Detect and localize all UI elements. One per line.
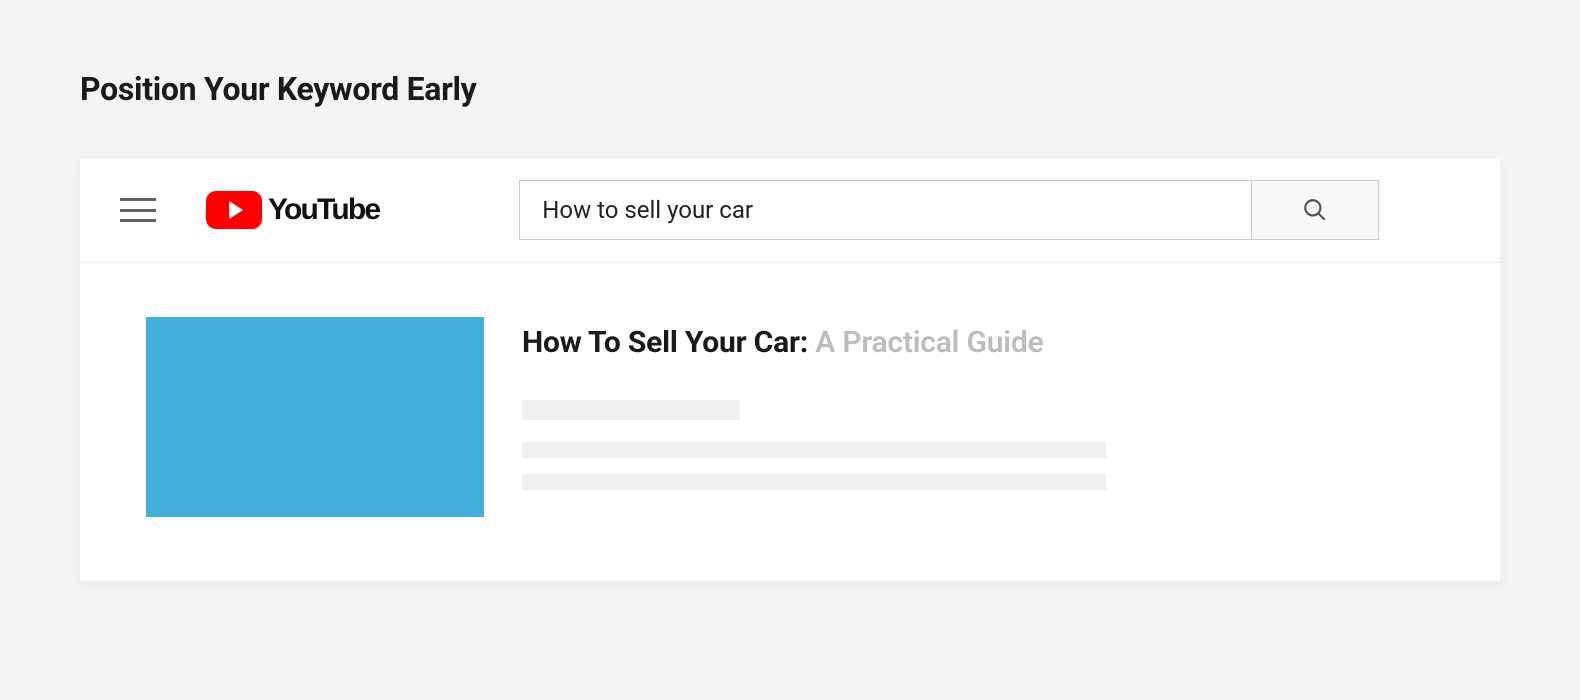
youtube-header: YouTube	[80, 158, 1500, 263]
youtube-play-icon	[206, 191, 262, 229]
video-title-rest: A Practical Guide	[815, 325, 1043, 360]
search-input[interactable]	[519, 180, 1251, 240]
youtube-logo-text: YouTube	[268, 193, 379, 227]
description-placeholder-line	[522, 442, 1106, 458]
meta-placeholder	[522, 400, 740, 420]
video-title[interactable]: How To Sell Your Car: A Practical Guide	[522, 325, 1434, 360]
search-result-row: How To Sell Your Car: A Practical Guide	[80, 263, 1500, 581]
description-placeholder-line	[522, 474, 1106, 490]
video-thumbnail[interactable]	[146, 317, 484, 517]
search-icon	[1302, 197, 1328, 223]
youtube-card: YouTube How To Sell Your Car: A Practica…	[80, 158, 1500, 581]
hamburger-menu-icon[interactable]	[120, 198, 156, 222]
search-bar	[519, 180, 1379, 240]
youtube-logo[interactable]: YouTube	[206, 191, 379, 229]
page-title: Position Your Keyword Early	[80, 70, 1500, 108]
video-info: How To Sell Your Car: A Practical Guide	[522, 317, 1434, 517]
search-button[interactable]	[1251, 180, 1379, 240]
video-title-keyword: How To Sell Your Car:	[522, 325, 815, 360]
